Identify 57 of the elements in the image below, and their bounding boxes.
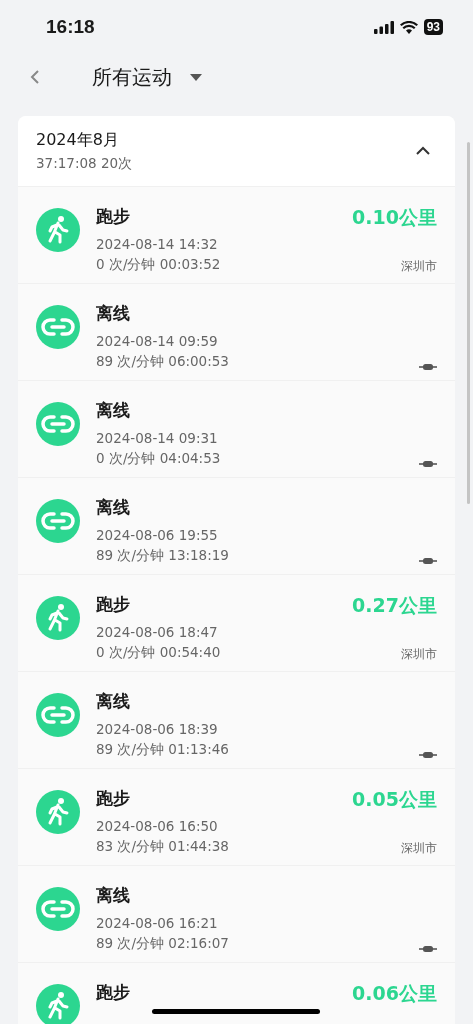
runner-icon: [36, 790, 80, 834]
link-icon: [36, 887, 80, 931]
activity-date: 2024-08-06 16:50: [96, 817, 219, 836]
link-icon: [36, 499, 80, 543]
activity-stats: 89 次/分钟 13:18:19: [96, 546, 230, 565]
activity-date: 2024-08-14 09:59: [96, 332, 219, 351]
activity-location: 深圳市: [401, 258, 437, 275]
activity-title: 离线: [96, 302, 131, 325]
activity-distance: 0.05公里: [352, 787, 437, 812]
link-icon: [36, 305, 80, 349]
activity-stats: 89 次/分钟 01:13:46: [96, 740, 230, 759]
activity-date: 2024-08-06 18:39: [96, 720, 219, 739]
activity-distance: 0.06公里: [352, 981, 437, 1006]
activity-location: 深圳市: [401, 840, 437, 857]
signal-icon: [373, 20, 394, 34]
activity-distance: 0.27公里: [352, 593, 437, 618]
activity-row[interactable]: 离线 2024-08-06 19:55 89 次/分钟 13:18:19: [18, 478, 455, 575]
activity-date: 2024-08-14 14:32: [96, 235, 219, 254]
activity-row[interactable]: 离线 2024-08-06 16:21 89 次/分钟 02:16:07: [18, 866, 455, 963]
activity-title: 跑步: [96, 205, 131, 228]
activity-date: 2024-08-14 09:31: [96, 429, 219, 448]
activity-date: 2024-08-06 18:47: [96, 623, 219, 642]
activity-row[interactable]: 跑步 2024-08-06 18:47 0 次/分钟 00:54:40 0.27公里 深圳市: [18, 575, 455, 672]
wifi-icon: [399, 20, 418, 34]
activity-distance: 0.10公里: [352, 205, 437, 230]
activity-stats: 89 次/分钟 02:16:07: [96, 934, 230, 953]
activity-title: 离线: [96, 496, 131, 519]
runner-icon: [36, 596, 80, 640]
activity-date: 2024-08-06 19:55: [96, 526, 219, 545]
activity-stats: 0 次/分钟 00:03:52: [96, 255, 222, 274]
activity-row[interactable]: 离线 2024-08-06 18:39 89 次/分钟 01:13:46: [18, 672, 455, 769]
link-icon: [36, 402, 80, 446]
activity-stats: 0 次/分钟 00:54:40: [96, 643, 222, 662]
activity-title: 跑步: [96, 981, 131, 1004]
activity-title: 离线: [96, 399, 131, 422]
battery-level: 93: [423, 19, 443, 35]
link-icon: [36, 693, 80, 737]
activity-title: 离线: [96, 884, 131, 907]
activity-stats: 0 次/分钟 04:04:53: [96, 449, 222, 468]
activity-title: 跑步: [96, 593, 131, 616]
activity-row[interactable]: 离线 2024-08-14 09:31 0 次/分钟 04:04:53: [18, 381, 455, 478]
month-title: 2024年8月: [36, 129, 120, 151]
runner-icon: [36, 208, 80, 252]
chevron-icon[interactable]: [415, 146, 431, 156]
activity-row[interactable]: 跑步 2024-08-06 16:50 83 次/分钟 01:44:38 0.05公里 深圳市: [18, 769, 455, 866]
month-summary: 37:17:08 20次: [36, 154, 133, 173]
activity-row[interactable]: 离线 2024-08-14 09:59 89 次/分钟 06:00:53: [18, 284, 455, 381]
activity-stats: 83 次/分钟 01:44:38: [96, 837, 230, 856]
activity-title: 离线: [96, 690, 131, 713]
activity-stats: 89 次/分钟 06:00:53: [96, 352, 230, 371]
activity-date: 2024-08-06 16:21: [96, 914, 219, 933]
activity-title: 跑步: [96, 787, 131, 810]
status-time: 16:18: [46, 16, 95, 38]
caret-icon[interactable]: [190, 73, 202, 81]
page-title[interactable]: 所有运动: [92, 63, 172, 91]
activity-row[interactable]: 跑步 2024-08-14 14:32 0 次/分钟 00:03:52 0.10公里 深圳市: [18, 187, 455, 284]
activity-location: 深圳市: [401, 646, 437, 663]
